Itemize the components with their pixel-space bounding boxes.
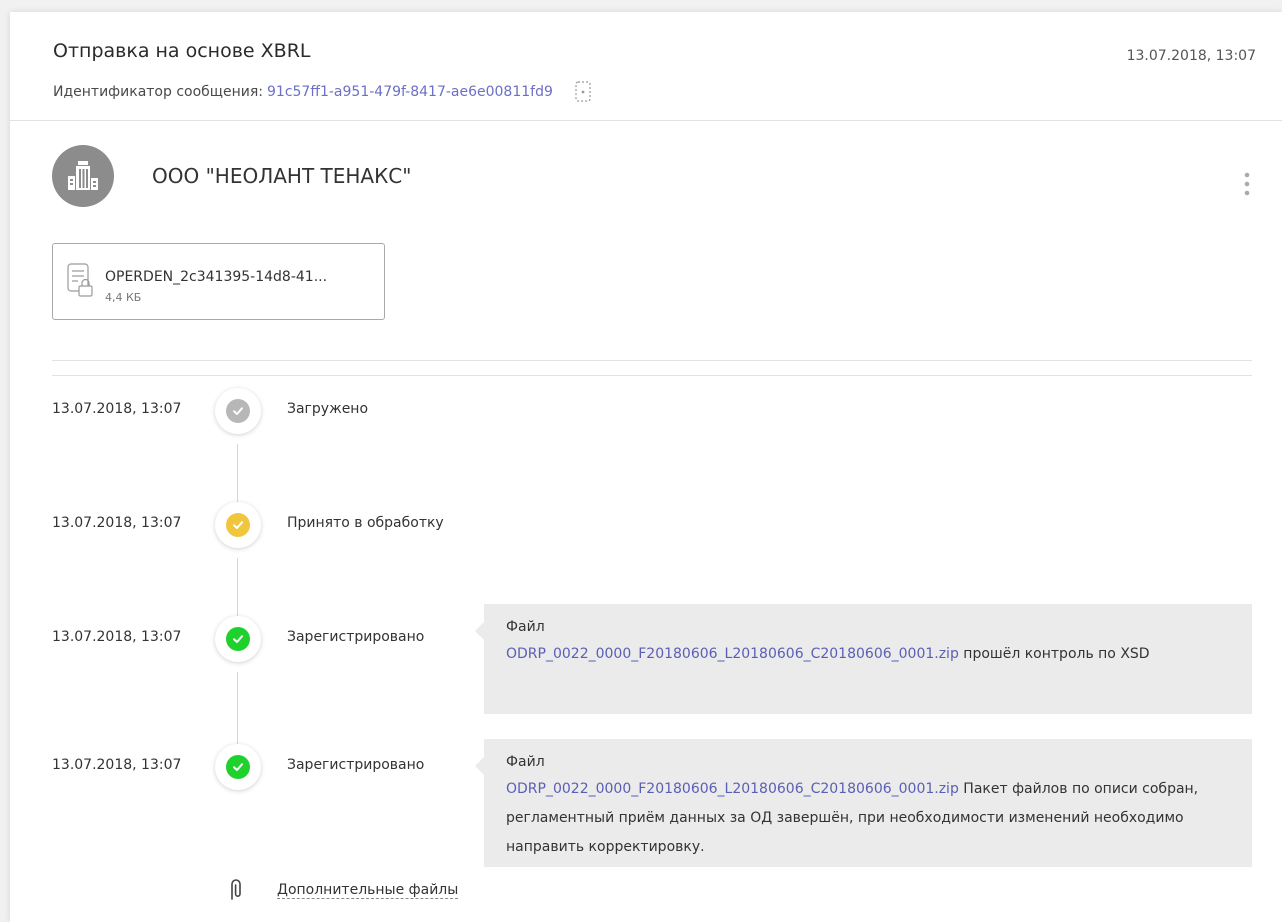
event-status: Загружено	[287, 401, 369, 417]
event-status-marker	[215, 744, 261, 790]
message-id-row: Идентификатор сообщения: 91c57ff1-a951-4…	[53, 80, 593, 104]
bubble-file-link[interactable]: ODRP_0022_0000_F20180606_L20180606_C2018…	[506, 781, 959, 797]
event-status: Зарегистрировано	[287, 629, 425, 645]
encrypted-file-icon	[67, 263, 95, 303]
event-status-marker	[215, 616, 261, 662]
event-date: 13.07.2018, 13:07	[52, 515, 182, 531]
message-card: Отправка на основе XBRL Идентификатор со…	[10, 12, 1282, 922]
bubble-file-word: Файл	[506, 619, 545, 635]
page-title: Отправка на основе XBRL	[53, 40, 311, 62]
event-message-bubble: Файл ODRP_0022_0000_F20180606_L20180606_…	[475, 739, 1252, 867]
extra-files-row[interactable]: Дополнительные файлы	[225, 878, 459, 902]
divider	[52, 360, 1252, 361]
event-date: 13.07.2018, 13:07	[52, 757, 182, 773]
timeline-connector	[237, 444, 238, 502]
timeline-connector	[237, 558, 238, 616]
message-id-link[interactable]: 91c57ff1-a951-479f-8417-ae6e00811fd9	[267, 84, 553, 100]
organization-name: ООО "НЕОЛАНТ ТЕНАКС"	[152, 164, 412, 188]
message-id-label: Идентификатор сообщения:	[53, 84, 263, 100]
event-date: 13.07.2018, 13:07	[52, 629, 182, 645]
file-name: OPERDEN_2c341395-14d8-41...	[105, 269, 328, 285]
check-icon	[226, 755, 250, 779]
event-status-marker	[215, 388, 261, 434]
check-icon	[226, 627, 250, 651]
event-status: Принято в обработку	[287, 515, 444, 531]
organization-building-icon	[52, 145, 114, 207]
event-status-marker	[215, 502, 261, 548]
event-message-bubble: Файл ODRP_0022_0000_F20180606_L20180606_…	[475, 604, 1252, 714]
extra-files-link[interactable]: Дополнительные файлы	[277, 882, 459, 899]
organization-row: ООО "НЕОЛАНТ ТЕНАКС"	[52, 145, 411, 207]
attached-file-card[interactable]: OPERDEN_2c341395-14d8-41... 4,4 КБ	[52, 243, 385, 320]
message-header: Отправка на основе XBRL Идентификатор со…	[10, 12, 1282, 121]
more-options-icon[interactable]	[1244, 170, 1250, 200]
check-icon	[226, 513, 250, 537]
divider	[52, 375, 1252, 376]
bubble-file-word: Файл	[506, 754, 545, 770]
paperclip-icon	[225, 878, 247, 902]
copy-icon[interactable]	[573, 80, 593, 104]
bubble-text: прошёл контроль по XSD	[958, 646, 1150, 662]
bubble-file-link[interactable]: ODRP_0022_0000_F20180606_L20180606_C2018…	[506, 646, 959, 662]
event-status: Зарегистрировано	[287, 757, 425, 773]
check-icon	[226, 399, 250, 423]
event-date: 13.07.2018, 13:07	[52, 401, 182, 417]
header-date: 13.07.2018, 13:07	[1126, 48, 1256, 64]
file-size: 4,4 КБ	[105, 291, 142, 304]
timeline-connector	[237, 672, 238, 744]
